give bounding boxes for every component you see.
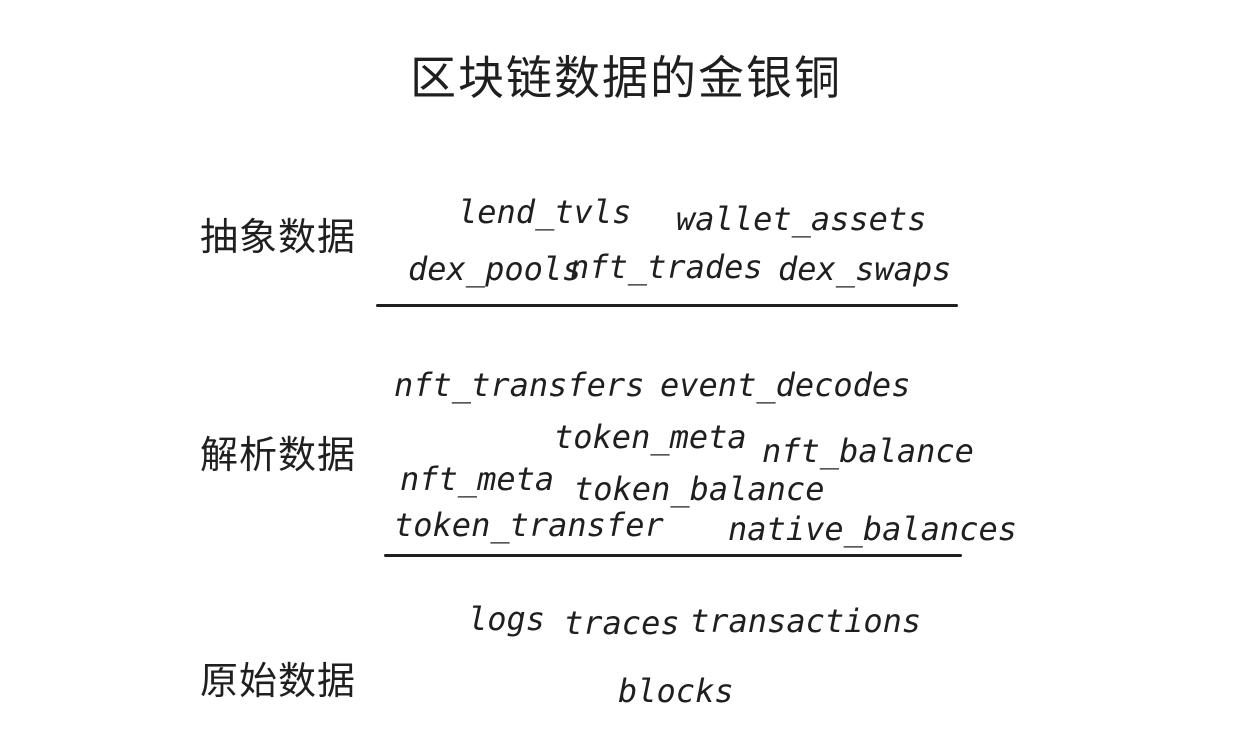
table-nft-balance: nft_balance — [762, 432, 974, 470]
table-token-transfer: token_transfer — [394, 506, 664, 544]
diagram-title: 区块链数据的金银铜 — [410, 51, 842, 105]
table-nft-transfers: nft_transfers — [394, 366, 645, 404]
table-transactions: transactions — [690, 602, 922, 640]
layer-label-abstract: 抽象数据 — [200, 215, 357, 259]
layer-label-parsed: 解析数据 — [200, 433, 357, 477]
table-traces: traces — [564, 604, 680, 642]
table-token-meta: token_meta — [554, 418, 747, 456]
table-token-balance: token_balance — [574, 470, 825, 508]
table-lend-tvls: lend_tvls — [458, 193, 632, 231]
divider-parsed — [384, 554, 962, 557]
layer-label-raw: 原始数据 — [200, 659, 357, 703]
table-nft-meta: nft_meta — [400, 460, 555, 498]
table-wallet-assets: wallet_assets — [676, 200, 927, 238]
table-native-balances: native_balances — [728, 510, 1017, 548]
divider-abstract — [376, 304, 958, 307]
table-logs: logs — [468, 600, 546, 638]
table-blocks: blocks — [618, 672, 734, 710]
table-event-decodes: event_decodes — [660, 366, 911, 404]
table-dex-pools: dex_pools — [408, 250, 582, 288]
table-nft-trades: nft_trades — [570, 248, 763, 286]
table-dex-swaps: dex_swaps — [778, 250, 952, 288]
